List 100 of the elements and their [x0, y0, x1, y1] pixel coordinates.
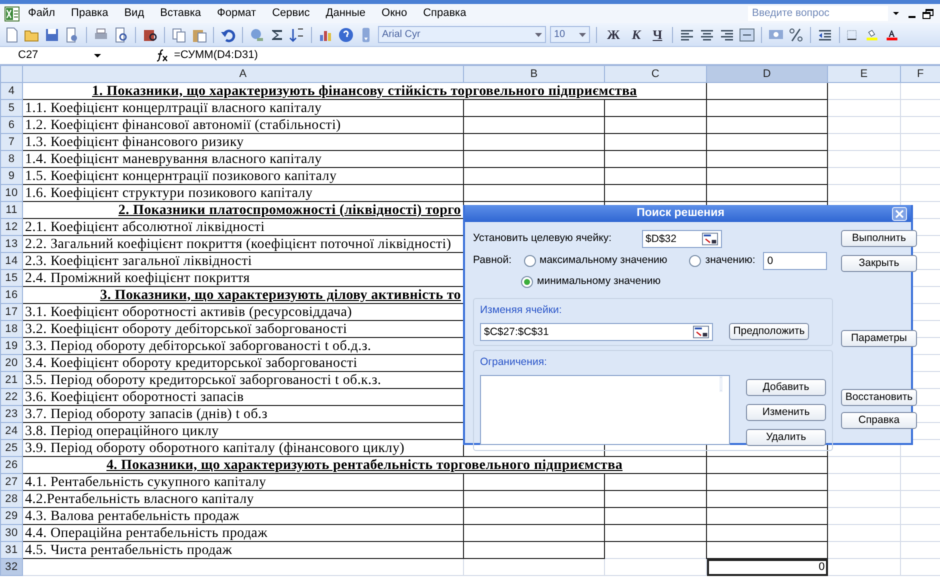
- row-header[interactable]: 27: [0, 474, 22, 490]
- row-header[interactable]: 21: [0, 372, 22, 388]
- function-fx-icon[interactable]: [154, 48, 170, 64]
- dialog-button[interactable]: Выполнить: [841, 230, 917, 248]
- row-header[interactable]: 29: [0, 508, 22, 524]
- menu-item[interactable]: Окно: [374, 5, 416, 22]
- menu-item[interactable]: Справка: [415, 5, 474, 22]
- row-header[interactable]: 13: [0, 236, 22, 252]
- radio-option[interactable]: максимальному значению: [524, 253, 668, 270]
- row-header[interactable]: 9: [0, 168, 22, 184]
- row-header[interactable]: 30: [0, 524, 22, 542]
- save-icon[interactable]: [44, 26, 60, 42]
- dialog-button[interactable]: Закрыть: [841, 255, 917, 272]
- italic-button[interactable]: К: [628, 24, 645, 44]
- row-header[interactable]: 24: [0, 422, 22, 440]
- document-lock-icon[interactable]: [64, 26, 80, 42]
- group-label: Ограничения:: [480, 354, 547, 370]
- close-icon[interactable]: [892, 206, 907, 221]
- changing-cells-field[interactable]: $C$27:$C$31: [480, 322, 713, 341]
- new-document-icon[interactable]: [4, 26, 20, 42]
- constraints-list[interactable]: [480, 374, 730, 444]
- row-header[interactable]: 12: [0, 218, 22, 236]
- row-header[interactable]: 23: [0, 406, 22, 422]
- table-cell: 4.4. Операційна рентабельність продаж: [22, 524, 464, 542]
- row-header[interactable]: 26: [0, 456, 22, 474]
- help-icon[interactable]: [338, 26, 354, 42]
- dialog-title: Поиск решения: [636, 206, 726, 221]
- active-cell[interactable]: 0: [706, 558, 828, 576]
- row-header[interactable]: 10: [0, 184, 22, 202]
- help-search-field[interactable]: Введите вопрос: [748, 6, 888, 21]
- print-preview-icon[interactable]: [113, 26, 129, 42]
- row-header[interactable]: 18: [0, 320, 22, 338]
- table-cell: 1.6. Коефіцієнт структури позикового капіталу: [22, 184, 464, 202]
- sort-ascending-icon[interactable]: [289, 26, 305, 42]
- row-header[interactable]: 14: [0, 252, 22, 270]
- target-cell-field[interactable]: $D$32: [642, 230, 722, 248]
- column-header[interactable]: A: [22, 66, 464, 82]
- undo-icon[interactable]: [220, 26, 236, 42]
- table-cell: 2.1. Коефіцієнт абсолютної ліквідності: [22, 218, 464, 236]
- guess-button[interactable]: Предположить: [729, 323, 809, 340]
- range-select-icon[interactable]: [702, 231, 718, 248]
- radio-option[interactable]: минимальному значению: [521, 274, 661, 290]
- table-cell: 1.5. Коефіцієнт концернтрації позикового капіталу: [22, 168, 464, 184]
- row-header[interactable]: 20: [0, 354, 22, 372]
- row-header[interactable]: 11: [0, 202, 22, 218]
- field-label: Установить целевую ячейку:: [473, 231, 612, 246]
- menu-item[interactable]: Сервис: [264, 5, 318, 22]
- menu-item[interactable]: Данные: [318, 5, 374, 22]
- table-cell: 4.3. Валова рентабельність продаж: [22, 508, 464, 524]
- font-size-dropdown[interactable]: 10: [550, 26, 590, 43]
- column-header[interactable]: D: [706, 66, 828, 82]
- name-box[interactable]: C27: [0, 47, 90, 64]
- menu-item[interactable]: Файл: [20, 5, 64, 22]
- table-cell: 3.6. Коефіцієнт оборотності запасів: [22, 388, 464, 406]
- merge-center-icon[interactable]: [739, 26, 756, 42]
- row-header[interactable]: 17: [0, 304, 22, 320]
- dialog-button[interactable]: Восстановить: [841, 389, 917, 406]
- row-header[interactable]: 28: [0, 490, 22, 508]
- table-cell: 4.1. Рентабельність сукупного капіталу: [22, 474, 464, 490]
- row-header[interactable]: 15: [0, 270, 22, 286]
- underline-button[interactable]: Ч: [648, 24, 666, 44]
- menu-item[interactable]: Вид: [116, 5, 152, 22]
- menu-item[interactable]: Формат: [209, 5, 264, 22]
- value-input-field[interactable]: 0: [763, 252, 828, 270]
- formula-input-field[interactable]: =СУММ(D4:D31): [170, 47, 258, 64]
- group-label: Изменяя ячейки:: [480, 303, 562, 318]
- row-header[interactable]: 4: [0, 82, 22, 100]
- radio-option[interactable]: значению:: [689, 253, 756, 270]
- row-header[interactable]: 19: [0, 338, 22, 354]
- dialog-button[interactable]: Справка: [841, 412, 917, 430]
- row-header[interactable]: 16: [0, 286, 22, 304]
- constraint-button[interactable]: Добавить: [746, 378, 826, 396]
- bold-button[interactable]: Ж: [603, 24, 624, 44]
- row-header[interactable]: 7: [0, 134, 22, 150]
- row-header[interactable]: 6: [0, 116, 22, 134]
- table-cell: 3.5. Період обороту кредиторської заборгованості t об.к.з.: [22, 372, 464, 388]
- caret-icon: [579, 32, 586, 36]
- row-header[interactable]: 5: [0, 100, 22, 116]
- row-header[interactable]: 8: [0, 150, 22, 168]
- dialog-button[interactable]: Параметры: [841, 330, 917, 348]
- menu-item[interactable]: Вставка: [152, 5, 210, 22]
- column-header[interactable]: C: [604, 66, 706, 82]
- row-header[interactable]: 22: [0, 388, 22, 406]
- section-heading: 1. Показники, що характеризують фінансову стійкість торговельного підприємства: [22, 82, 706, 100]
- range-select-icon[interactable]: [693, 324, 709, 340]
- section-heading: 3. Показники, що характеризують ділову активність то: [22, 286, 464, 304]
- menu-item[interactable]: Правка: [63, 5, 116, 22]
- row-header[interactable]: 25: [0, 440, 22, 456]
- row-header[interactable]: 32: [0, 558, 22, 576]
- font-name-dropdown[interactable]: Arial Cyr: [378, 26, 546, 43]
- percent-icon[interactable]: [788, 26, 804, 42]
- constraint-button[interactable]: Изменить: [746, 404, 826, 420]
- column-header[interactable]: B: [464, 66, 604, 82]
- copy-icon[interactable]: [171, 26, 187, 42]
- constraint-button[interactable]: Удалить: [746, 428, 826, 446]
- column-header[interactable]: E: [828, 66, 900, 82]
- column-header[interactable]: F: [900, 66, 940, 82]
- row-header[interactable]: 31: [0, 542, 22, 558]
- spreadsheet-app-icon[interactable]: [4, 6, 20, 22]
- table-cell: 1.3. Коефіцієнт фінансового ризику: [22, 134, 464, 150]
